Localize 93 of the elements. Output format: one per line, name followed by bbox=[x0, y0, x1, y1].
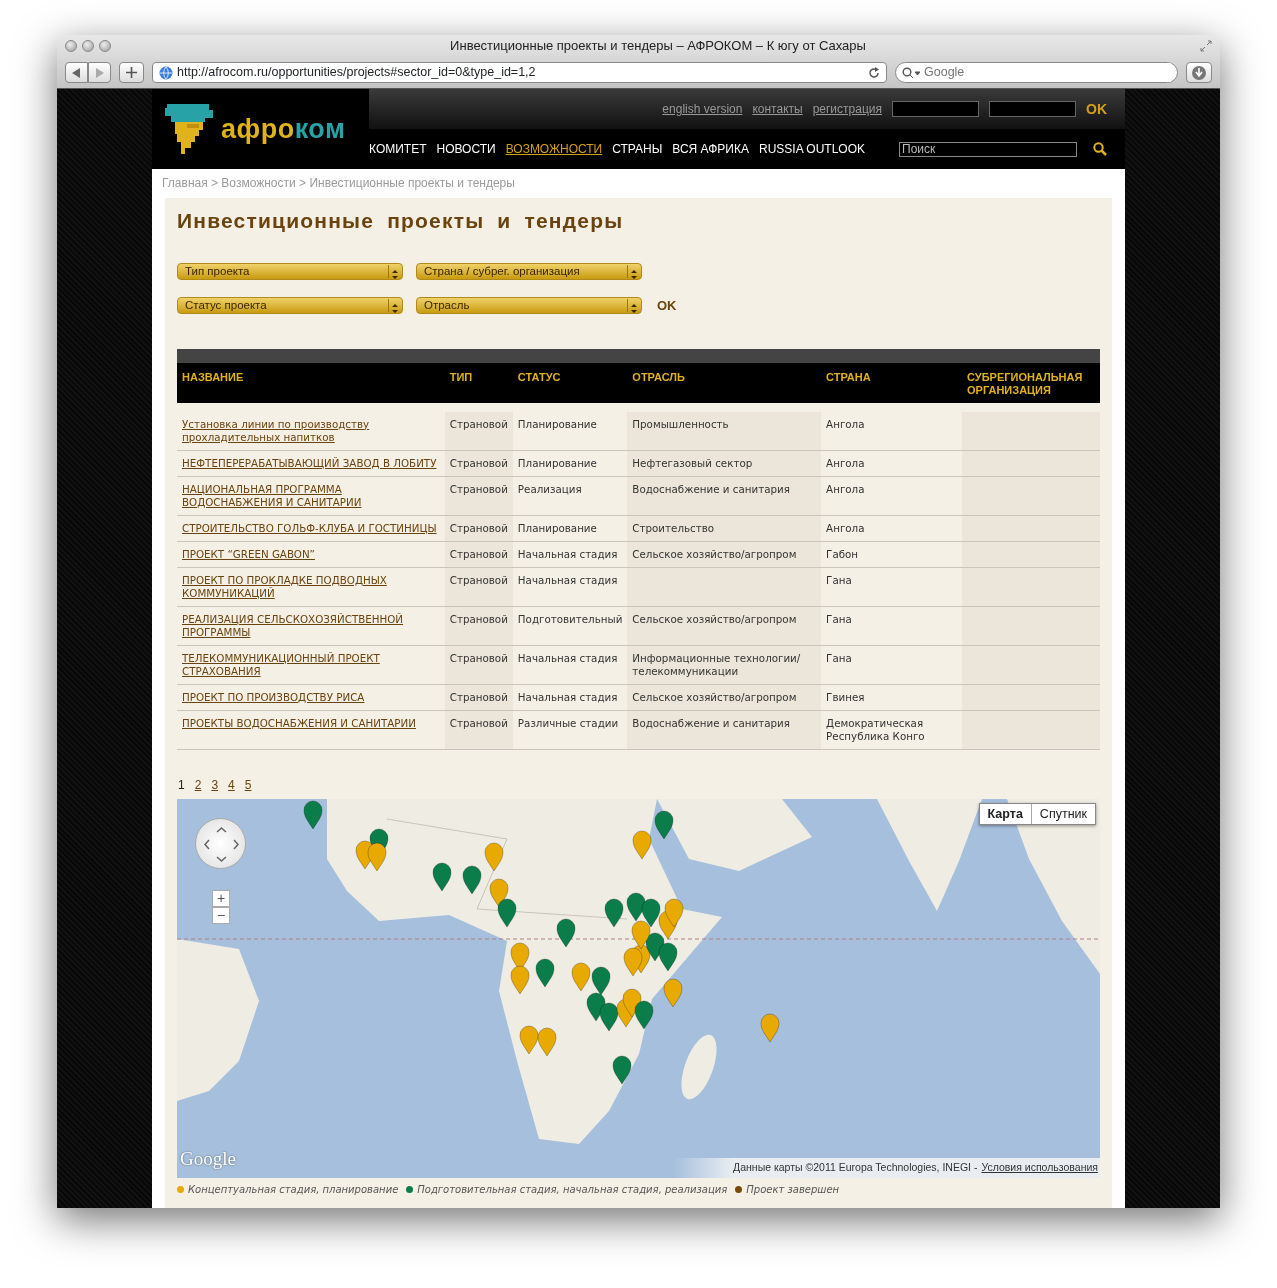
project-link[interactable]: ПРОЕКТ “GREEN GABON” bbox=[182, 547, 440, 561]
up-down-arrows-icon bbox=[631, 303, 637, 313]
project-link[interactable]: Установка линии по производству прохладительных напитков bbox=[182, 417, 440, 444]
table-cell: Информационные технологии/ телекоммуникации bbox=[627, 645, 822, 685]
terms-link[interactable]: Условия использования bbox=[981, 1159, 1098, 1176]
close-window-button[interactable] bbox=[65, 40, 77, 52]
filter-dropdown[interactable]: Тип проекта bbox=[177, 263, 403, 281]
back-arrow-icon bbox=[72, 67, 80, 78]
table-cell: Сельское хозяйство/агропром bbox=[627, 684, 822, 711]
table-cell: Страновой bbox=[444, 684, 513, 711]
column-header: НАЗВАНИЕ bbox=[177, 362, 445, 403]
nav-link[interactable]: ВСЯ АФРИКА bbox=[672, 140, 749, 158]
project-link[interactable]: ПРОЕКТ ПО ПРОКЛАДКЕ ПОДВОДНЫХ КОММУНИКАЦИЙ bbox=[182, 573, 440, 600]
filter-dropdown[interactable]: Статус проекта bbox=[177, 297, 403, 315]
download-icon bbox=[1191, 64, 1207, 81]
forward-arrow-icon bbox=[96, 67, 104, 78]
search-icon bbox=[902, 66, 920, 79]
zoom-button[interactable] bbox=[99, 40, 111, 52]
nav-link[interactable]: КОМИТЕТ bbox=[369, 140, 427, 158]
page-link[interactable]: 2 bbox=[194, 775, 202, 794]
nav-link[interactable]: ВОЗМОЖНОСТИ bbox=[505, 140, 603, 158]
minimize-button[interactable] bbox=[82, 40, 94, 52]
login-button[interactable]: OK bbox=[1086, 98, 1107, 120]
page-link[interactable]: 1 bbox=[178, 775, 185, 794]
search-icon[interactable] bbox=[1093, 142, 1107, 156]
map-type-button[interactable]: Карта bbox=[979, 803, 1032, 825]
legend-label: Проект завершен bbox=[746, 1182, 840, 1197]
map-logo: Google bbox=[180, 1147, 236, 1172]
table-cell: Страновой bbox=[444, 541, 513, 568]
table-cell: Страновой bbox=[444, 710, 513, 750]
address-field[interactable]: http://afrocom.ru/opportunities/projects#sector_id=0&type_id=1,2 bbox=[152, 62, 887, 83]
top-link[interactable]: контакты bbox=[752, 100, 803, 118]
project-link[interactable]: ПРОЕКТ ПО ПРОИЗВОДСТВУ РИСА bbox=[182, 690, 440, 704]
back-button[interactable] bbox=[65, 62, 88, 83]
project-link[interactable]: НЕФТЕПЕРЕРАБАТЫВАЮЩИЙ ЗАВОД В ЛОБИТУ bbox=[182, 456, 440, 470]
login-field[interactable] bbox=[892, 101, 979, 117]
column-header: СУБРЕГИОНАЛЬНАЯ ОРГАНИЗАЦИЯ bbox=[962, 362, 1100, 403]
page-link[interactable]: 5 bbox=[244, 775, 252, 794]
table-cell: Страновой bbox=[444, 515, 513, 542]
up-down-arrows-icon bbox=[392, 269, 398, 279]
column-header: ОТРАСЛЬ bbox=[627, 362, 822, 403]
top-link[interactable]: english version bbox=[662, 100, 743, 118]
downloads-button[interactable] bbox=[1186, 62, 1212, 83]
page-link[interactable]: 3 bbox=[211, 775, 219, 794]
search-field[interactable]: Поиск bbox=[899, 141, 1077, 157]
add-bookmark-button[interactable] bbox=[119, 62, 144, 83]
table-cell: Страновой bbox=[444, 476, 513, 516]
column-header: ТИП bbox=[444, 362, 513, 403]
logo-icon bbox=[165, 104, 213, 154]
project-link[interactable]: ПРОЕКТЫ ВОДОСНАБЖЕНИЯ И САНИТАРИИ bbox=[182, 716, 440, 730]
filter-dropdown[interactable]: Отрасль bbox=[416, 297, 642, 315]
table-cell: Промышленность bbox=[627, 411, 822, 451]
forward-button[interactable] bbox=[88, 62, 111, 83]
logo-text[interactable]: афроком bbox=[221, 108, 346, 150]
table-cell: Водоснабжение и санитария bbox=[627, 710, 822, 750]
table-cell: Сельское хозяйство/агропром bbox=[627, 541, 822, 568]
page-link[interactable]: 4 bbox=[228, 775, 235, 794]
project-link[interactable]: НАЦИОНАЛЬНАЯ ПРОГРАММА ВОДОСНАБЖЕНИЯ И САНИТАРИИ bbox=[182, 482, 440, 509]
table-cell: Сельское хозяйство/агропром bbox=[627, 606, 822, 646]
legend-label: Подготовительная стадия, начальная стадия, реализация bbox=[417, 1182, 728, 1197]
reload-icon[interactable] bbox=[868, 66, 880, 79]
filter-dropdown[interactable]: Страна / субрег. организация bbox=[416, 263, 642, 281]
table-cell: Страновой bbox=[444, 567, 513, 607]
breadcrumb: Главная > Возможности > Инвестиционные проекты и тендеры bbox=[162, 175, 516, 192]
table-cell: Водоснабжение и санитария bbox=[627, 476, 822, 516]
project-link[interactable]: СТРОИТЕЛЬСТВО ГОЛЬФ-КЛУБА И ГОСТИНИЦЫ bbox=[182, 521, 440, 535]
globe-icon bbox=[159, 65, 173, 80]
table-cell: Страновой bbox=[444, 411, 513, 451]
column-header: СТАТУС bbox=[512, 362, 628, 403]
up-down-arrows-icon bbox=[392, 303, 398, 313]
map-type-button[interactable]: Спутник bbox=[1031, 803, 1095, 825]
ok-button[interactable]: OK bbox=[655, 296, 697, 316]
table-cell: Нефтегазовый сектор bbox=[627, 450, 822, 477]
password-field[interactable] bbox=[989, 101, 1076, 117]
column-header: СТРАНА bbox=[821, 362, 962, 403]
up-down-arrows-icon bbox=[631, 269, 637, 279]
nav-link[interactable]: RUSSIA OUTLOOK bbox=[758, 140, 865, 158]
search-field[interactable]: Google bbox=[895, 62, 1178, 83]
top-link[interactable]: регистрация bbox=[812, 100, 882, 118]
table-cell: Строительство bbox=[627, 515, 822, 542]
page-title: Инвестиционные проекты и тендеры bbox=[177, 208, 625, 234]
plus-icon bbox=[126, 67, 137, 78]
nav-link[interactable]: СТРАНЫ bbox=[612, 140, 663, 158]
fullscreen-icon[interactable] bbox=[1200, 40, 1212, 52]
table-cell: Страновой bbox=[444, 645, 513, 685]
window-title: Инвестиционные проекты и тендеры – АФРОКОМ – К югу от Сахары bbox=[449, 37, 867, 56]
attribution-text: Данные карты ©2011 Europa Technologies, INEGI - bbox=[733, 1159, 978, 1175]
project-link[interactable]: ТЕЛЕКОММУНИКАЦИОННЫЙ ПРОЕКТ СТРАХОВАНИЯ bbox=[182, 651, 440, 678]
legend-label: Концептуальная стадия, планирование bbox=[188, 1182, 399, 1197]
table-cell: Страновой bbox=[444, 606, 513, 646]
table-cell: Страновой bbox=[444, 450, 513, 477]
project-link[interactable]: РЕАЛИЗАЦИЯ СЕЛЬСКОХОЗЯЙСТВЕННОЙ ПРОГРАММЫ bbox=[182, 612, 440, 639]
nav-link[interactable]: НОВОСТИ bbox=[436, 140, 496, 158]
